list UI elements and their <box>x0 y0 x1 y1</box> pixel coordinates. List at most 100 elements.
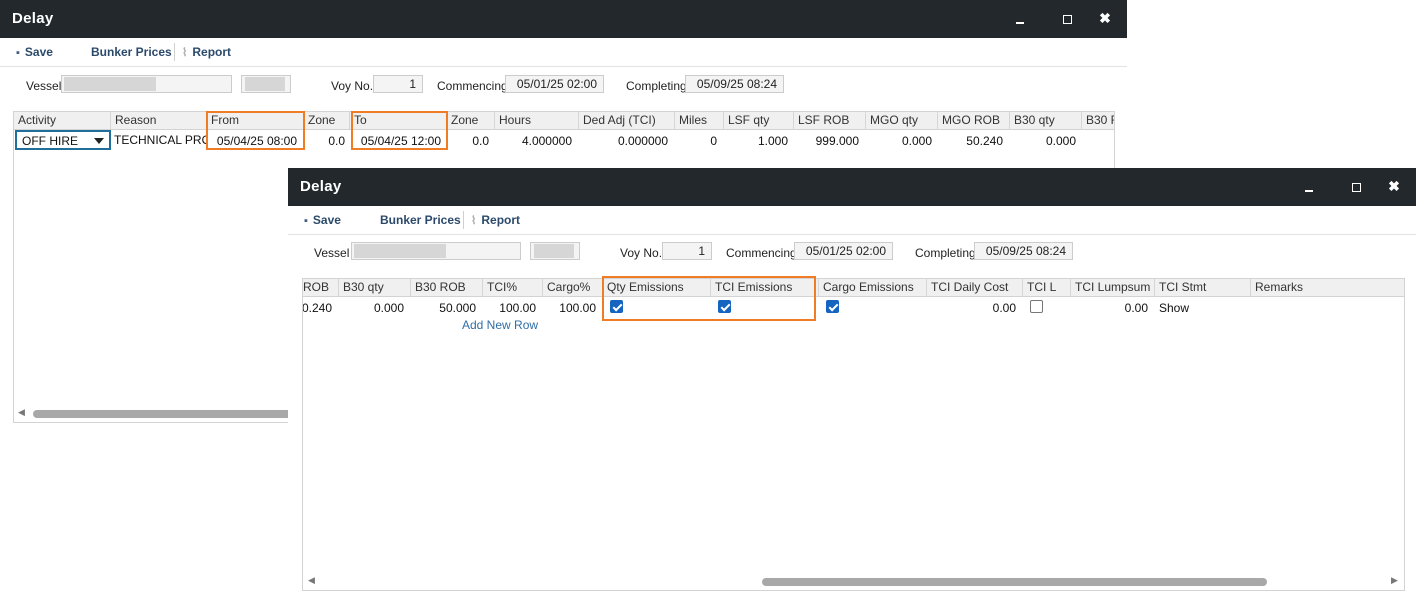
close-icon[interactable]: ✖ <box>1096 9 1114 27</box>
maximize-icon[interactable] <box>1058 9 1076 27</box>
lsf-rob-cell[interactable]: 999.000 <box>794 134 859 148</box>
hours-cell[interactable]: 4.000000 <box>495 134 572 148</box>
save-button[interactable]: ▪ Save <box>304 213 341 227</box>
col-tci-daily-cost[interactable]: TCI Daily Cost <box>927 279 1023 296</box>
report-button[interactable]: ⌇ Report <box>182 45 231 59</box>
table-row[interactable]: 0.240 0.000 50.000 100.00 100.00 0.00 0.… <box>303 297 1404 319</box>
table-row[interactable]: OFF HIRE TECHNICAL PROB 05/04/25 08:00 0… <box>14 130 1114 152</box>
col-b30-qty[interactable]: B30 qty <box>1010 112 1082 129</box>
report-button[interactable]: ⌇ Report <box>471 213 520 227</box>
vessel-label: Vessel <box>26 79 62 93</box>
mgo-qty-cell[interactable]: 0.000 <box>866 134 932 148</box>
col-b30-qty[interactable]: B30 qty <box>339 279 411 296</box>
col-b30-rob[interactable]: B30 ROB <box>411 279 483 296</box>
tci-stmt-cell[interactable]: Show <box>1159 301 1189 315</box>
voyage-header: Vessel Voy No. 1 Commencing 05/01/25 02:… <box>288 234 1416 270</box>
redacted-block <box>245 77 285 91</box>
commencing-label: Commencing <box>437 79 508 93</box>
toolbar: ▪ Save Bunker Prices ⌇ Report <box>0 38 1127 67</box>
toolbar-divider <box>174 43 175 61</box>
voy-no-label: Voy No. <box>331 79 374 93</box>
add-new-row-link[interactable]: Add New Row <box>462 318 538 332</box>
chevron-down-icon[interactable] <box>94 138 104 144</box>
activity-select[interactable]: OFF HIRE <box>15 130 111 150</box>
cargo-emissions-checkbox[interactable] <box>826 300 839 313</box>
vessel-field[interactable] <box>61 75 232 93</box>
close-icon[interactable]: ✖ <box>1385 177 1403 195</box>
minimize-icon[interactable] <box>1300 181 1318 199</box>
col-rob[interactable]: ROB <box>303 279 339 296</box>
activity-value: OFF HIRE <box>22 134 78 148</box>
col-activity[interactable]: Activity <box>14 112 111 129</box>
b30-qty-cell[interactable]: 0.000 <box>1010 134 1076 148</box>
col-cargo-pct[interactable]: Cargo% <box>543 279 603 296</box>
completing-field[interactable]: 05/09/25 08:24 <box>685 75 784 93</box>
redacted-block <box>354 244 446 258</box>
cargo-pct-cell[interactable]: 100.00 <box>543 301 596 315</box>
ded-adj-cell[interactable]: 0.000000 <box>579 134 668 148</box>
save-icon: ▪ <box>304 215 308 227</box>
title-bar: Delay ✖ <box>288 168 1416 206</box>
col-remarks[interactable]: Remarks <box>1251 279 1404 296</box>
mgo-rob-cell[interactable]: 50.240 <box>938 134 1003 148</box>
col-reason[interactable]: Reason <box>111 112 207 129</box>
scroll-left-icon[interactable]: ◀ <box>308 575 315 586</box>
bunker-prices-button[interactable]: Bunker Prices <box>91 45 172 59</box>
minimize-icon[interactable] <box>1011 13 1029 31</box>
grid-header: Activity Reason From Zone To Zone Hours … <box>14 112 1114 130</box>
commencing-field[interactable]: 05/01/25 02:00 <box>505 75 604 93</box>
b30-qty-cell[interactable]: 0.000 <box>339 301 404 315</box>
col-tci-pct[interactable]: TCI% <box>483 279 543 296</box>
voy-no-field[interactable]: 1 <box>373 75 423 93</box>
scrollbar-thumb[interactable] <box>762 578 1267 586</box>
vessel-code-field[interactable] <box>530 242 580 260</box>
rob-cell[interactable]: 0.240 <box>303 301 332 315</box>
voy-no-label: Voy No. <box>620 246 663 260</box>
col-tci-lumpsum[interactable]: TCI Lumpsum <box>1071 279 1155 296</box>
col-mgo-rob[interactable]: MGO ROB <box>938 112 1010 129</box>
col-tci-l[interactable]: TCI L <box>1023 279 1071 296</box>
voy-no-field[interactable]: 1 <box>662 242 712 260</box>
col-lsf-rob[interactable]: LSF ROB <box>794 112 866 129</box>
tci-pct-cell[interactable]: 100.00 <box>483 301 536 315</box>
tci-lumpsum-cell[interactable]: 0.00 <box>1071 301 1148 315</box>
col-mgo-qty[interactable]: MGO qty <box>866 112 938 129</box>
commencing-field[interactable]: 05/01/25 02:00 <box>794 242 893 260</box>
scroll-right-icon[interactable]: ▶ <box>1391 575 1398 586</box>
voyage-header: Vessel Voy No. 1 Commencing 05/01/25 02:… <box>0 67 1127 103</box>
col-lsf-qty[interactable]: LSF qty <box>724 112 794 129</box>
col-hours[interactable]: Hours <box>495 112 579 129</box>
reason-cell[interactable]: TECHNICAL PROB <box>114 133 206 147</box>
col-tci-stmt[interactable]: TCI Stmt <box>1155 279 1251 296</box>
save-icon: ▪ <box>16 47 20 59</box>
delay-grid: ROB B30 qty B30 ROB TCI% Cargo% Qty Emis… <box>302 278 1405 591</box>
vessel-field[interactable] <box>351 242 521 260</box>
scroll-left-icon[interactable]: ◀ <box>18 407 25 418</box>
col-ded-adj[interactable]: Ded Adj (TCI) <box>579 112 675 129</box>
col-b30-rob[interactable]: B30 R <box>1082 112 1114 129</box>
tci-l-checkbox[interactable] <box>1030 300 1043 313</box>
window-title: Delay <box>12 10 54 27</box>
col-cargo-emissions[interactable]: Cargo Emissions <box>819 279 927 296</box>
horizontal-scrollbar[interactable]: ◀ ▶ <box>303 574 1404 588</box>
window-title: Delay <box>300 178 342 195</box>
col-zone-2[interactable]: Zone <box>447 112 495 129</box>
b30-rob-cell[interactable]: 50.000 <box>411 301 476 315</box>
lsf-qty-cell[interactable]: 1.000 <box>724 134 788 148</box>
maximize-icon[interactable] <box>1347 177 1365 195</box>
completing-field[interactable]: 05/09/25 08:24 <box>974 242 1073 260</box>
tci-daily-cost-cell[interactable]: 0.00 <box>927 301 1016 315</box>
col-zone[interactable]: Zone <box>304 112 350 129</box>
emissions-highlight <box>602 276 816 321</box>
bunker-prices-button[interactable]: Bunker Prices <box>380 213 461 227</box>
completing-label: Completing <box>915 246 976 260</box>
zone-2-cell[interactable]: 0.0 <box>447 134 489 148</box>
zone-cell[interactable]: 0.0 <box>304 134 345 148</box>
vessel-code-field[interactable] <box>241 75 291 93</box>
toolbar-divider <box>463 211 464 229</box>
miles-cell[interactable]: 0 <box>675 134 717 148</box>
save-button[interactable]: ▪ Save <box>16 45 53 59</box>
title-bar: Delay ✖ <box>0 0 1127 38</box>
col-miles[interactable]: Miles <box>675 112 724 129</box>
from-highlight <box>206 111 305 150</box>
